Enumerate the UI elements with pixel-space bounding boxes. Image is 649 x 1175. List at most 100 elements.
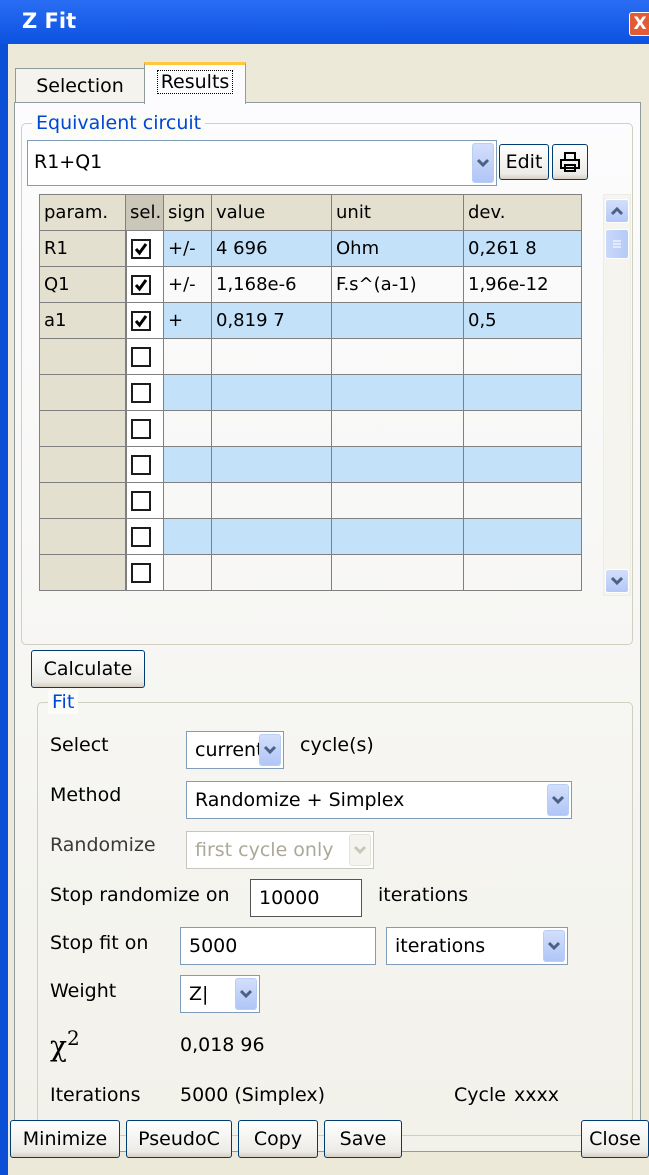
stop-randomize-input[interactable]: 10000 [250,879,362,917]
sel-cell[interactable] [125,374,164,411]
dev-cell[interactable] [463,482,582,519]
sel-cell[interactable] [125,482,164,519]
checkbox[interactable] [130,563,151,583]
pseudoc-button[interactable]: PseudoC [126,1120,232,1158]
value-cell[interactable] [211,482,332,519]
dev-cell[interactable]: 0,261 8 [463,230,582,267]
value-cell[interactable] [211,446,332,483]
chevron-down-icon[interactable] [349,834,371,866]
value-cell[interactable] [211,410,332,447]
sel-cell[interactable] [125,230,164,267]
dev-cell[interactable] [463,518,582,555]
dev-cell[interactable]: 0,5 [463,302,582,339]
column-header-sign[interactable]: sign [163,194,212,231]
checkbox[interactable] [130,347,151,367]
unit-cell[interactable]: Ohm [331,230,464,267]
column-header-sel[interactable]: sel. [125,194,164,231]
randomize-combo[interactable]: first cycle only [186,831,374,869]
table-row[interactable]: Q1 +/- 1,168e-6 F.s^(a-1) 1,96e-12 [39,266,582,303]
weight-combo[interactable]: Z| [180,975,260,1013]
chevron-down-icon[interactable] [472,143,494,183]
unit-cell[interactable]: F.s^(a-1) [331,266,464,303]
unit-cell[interactable] [331,446,464,483]
close-window-icon[interactable]: X [629,12,649,36]
table-row[interactable] [39,374,582,411]
value-cell[interactable]: 1,168e-6 [211,266,332,303]
table-row[interactable]: a1 +0,819 7 0,5 [39,302,582,339]
sel-cell[interactable] [125,338,164,375]
calculate-button[interactable]: Calculate [31,650,145,688]
checked-checkbox[interactable] [130,311,151,331]
checkbox[interactable] [130,419,151,439]
table-row[interactable] [39,338,582,375]
checked-checkbox[interactable] [130,275,151,295]
method-combo[interactable]: Randomize + Simplex [186,781,572,819]
value-cell[interactable]: 4 696 [211,230,332,267]
chevron-down-icon[interactable] [259,734,281,766]
sign-cell[interactable] [163,554,212,591]
chevron-down-icon[interactable] [547,784,569,816]
value-cell[interactable] [211,338,332,375]
chevron-down-icon[interactable] [543,930,565,962]
scroll-up-icon[interactable] [605,199,629,223]
table-row[interactable] [39,482,582,519]
sign-cell[interactable] [163,446,212,483]
copy-button[interactable]: Copy [238,1120,318,1158]
tab-results[interactable]: Results [144,62,246,104]
sign-cell[interactable]: +/- [163,230,212,267]
sign-cell[interactable]: +/- [163,266,212,303]
sign-cell[interactable] [163,338,212,375]
column-header-unit[interactable]: unit [331,194,464,231]
chevron-down-icon[interactable] [235,978,257,1010]
unit-cell[interactable] [331,374,464,411]
unit-cell[interactable] [331,338,464,375]
sel-cell[interactable] [125,446,164,483]
dev-cell[interactable] [463,374,582,411]
checkbox[interactable] [130,455,151,475]
print-icon[interactable] [552,144,588,180]
value-cell[interactable] [211,374,332,411]
column-header-param[interactable]: param. [39,194,126,231]
scroll-down-icon[interactable] [605,569,629,593]
unit-cell[interactable] [331,554,464,591]
unit-cell[interactable] [331,518,464,555]
save-button[interactable]: Save [324,1120,402,1158]
sel-cell[interactable] [125,266,164,303]
sign-cell[interactable] [163,374,212,411]
sel-cell[interactable] [125,410,164,447]
checkbox[interactable] [130,491,151,511]
select-cycle-combo[interactable]: current [186,731,284,769]
sign-cell[interactable]: + [163,302,212,339]
tab-selection[interactable]: Selection [15,68,145,103]
checked-checkbox[interactable] [130,239,151,259]
checkbox[interactable] [130,383,151,403]
column-header-dev[interactable]: dev. [463,194,582,231]
close-button[interactable]: Close [581,1120,649,1158]
minimize-button[interactable]: Minimize [10,1120,120,1158]
dev-cell[interactable]: 1,96e-12 [463,266,582,303]
table-row[interactable] [39,446,582,483]
dev-cell[interactable] [463,554,582,591]
sel-cell[interactable] [125,554,164,591]
value-cell[interactable] [211,518,332,555]
sign-cell[interactable] [163,410,212,447]
checkbox[interactable] [130,527,151,547]
stop-fit-input[interactable]: 5000 [180,927,376,965]
sel-cell[interactable] [125,518,164,555]
sign-cell[interactable] [163,518,212,555]
column-header-value[interactable]: value [211,194,332,231]
unit-cell[interactable] [331,302,464,339]
table-scrollbar[interactable] [603,194,631,596]
table-row[interactable]: R1 +/- 4 696 Ohm 0,261 8 [39,230,582,267]
sel-cell[interactable] [125,302,164,339]
unit-cell[interactable] [331,482,464,519]
edit-button[interactable]: Edit [499,144,549,180]
value-cell[interactable]: 0,819 7 [211,302,332,339]
dev-cell[interactable] [463,446,582,483]
scroll-thumb[interactable] [605,229,629,259]
table-row[interactable] [39,518,582,555]
stop-fit-unit-combo[interactable]: iterations [386,927,568,965]
circuit-combo[interactable]: R1+Q1 [27,140,497,186]
table-row[interactable] [39,554,582,591]
dev-cell[interactable] [463,338,582,375]
